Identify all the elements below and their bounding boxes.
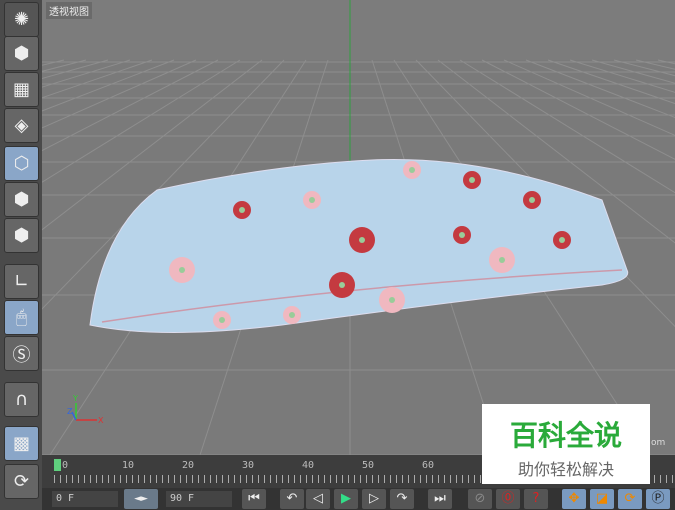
points-mode-icon[interactable]: ⬡ <box>4 146 39 181</box>
timeline-tick-label: 50 <box>362 460 375 471</box>
end-frame-field[interactable]: 90 F <box>166 491 232 507</box>
timeline-tick-label: 20 <box>182 460 195 471</box>
cinema4d-logo-icon[interactable]: ✺ <box>4 2 39 37</box>
workplane-rotate-icon[interactable]: ⟳ <box>4 464 39 499</box>
grid-line <box>42 59 87 72</box>
move-key-icon[interactable]: ✥ <box>562 489 586 509</box>
magnet-icon[interactable]: ∩ <box>4 382 39 417</box>
locked-workplane-icon[interactable]: ▩ <box>4 426 39 461</box>
timeline-tick-label: 60 <box>422 460 435 471</box>
play-button[interactable]: ▶ <box>334 489 358 509</box>
start-frame-field[interactable]: 0 F <box>52 491 118 507</box>
frame-step-arrows[interactable]: ◄► <box>124 489 158 509</box>
scale-key-icon[interactable]: ◪ <box>590 489 614 509</box>
tweak-mouse-icon[interactable]: 🖱 <box>4 300 39 335</box>
playhead[interactable] <box>54 459 61 471</box>
checker-cube-icon[interactable]: ▦ <box>4 72 39 107</box>
axis-z-label: Z <box>67 407 73 416</box>
rotate-key-icon[interactable]: ⟳ <box>618 489 642 509</box>
cube-icon[interactable]: ⬢ <box>4 36 39 71</box>
timeline-tick-label: 10 <box>122 460 135 471</box>
watermark-title: 百科全说 <box>509 419 622 452</box>
axis-mode-icon[interactable]: ∟ <box>4 264 39 299</box>
texture-grid-icon[interactable]: ◈ <box>4 108 39 143</box>
grid-line <box>613 59 675 77</box>
timeline-tick-label: 30 <box>242 460 255 471</box>
snap-s-icon[interactable]: Ⓢ <box>4 336 39 371</box>
axis-x-label: X <box>98 416 104 425</box>
go-to-end-button[interactable]: ⏭ <box>428 489 452 509</box>
animation-controls: 0 F ◄► 90 F ⏮ ↶ ◁ ▶ ▷ ↷ ⏭ ⊘ ⓪ ? ✥ ◪ ⟳ Ⓟ <box>42 488 675 510</box>
previous-frame-button[interactable]: ◁ <box>306 489 330 509</box>
keyframe-help-button[interactable]: ? <box>524 489 548 509</box>
watermark-subtitle: 助你轻松解决 <box>517 460 614 479</box>
polygons-mode-icon[interactable]: ⬢ <box>4 218 39 253</box>
edges-mode-icon[interactable]: ⬢ <box>4 182 39 217</box>
timeline-tick-label: 0 <box>62 460 69 471</box>
next-frame-button[interactable]: ▷ <box>362 489 386 509</box>
record-disabled-icon[interactable]: ⊘ <box>468 489 492 509</box>
go-to-start-button[interactable]: ⏮ <box>242 489 266 509</box>
perspective-viewport[interactable]: Y Z X 透视视图 <box>42 0 675 455</box>
left-toolbar: ✺ ⬢ ▦ ◈ ⬡ ⬢ ⬢ ∟ 🖱 Ⓢ ∩ ▩ ⟳ <box>0 0 43 510</box>
watermark-partial-text: om <box>651 438 666 448</box>
grid-floor: Y Z X <box>42 0 675 455</box>
grid-line <box>635 59 675 70</box>
axis-y-label: Y <box>72 394 78 403</box>
timeline-tick-label: 40 <box>302 460 315 471</box>
parameter-key-icon[interactable]: Ⓟ <box>646 489 670 509</box>
auto-key-button[interactable]: ⓪ <box>496 489 520 509</box>
watermark: 百科全说 助你轻松解决 <box>482 404 650 484</box>
grid-line <box>657 59 675 65</box>
axis-gizmo-icon <box>71 403 97 421</box>
viewport-title[interactable]: 透视视图 <box>46 2 92 19</box>
previous-key-button[interactable]: ↶ <box>280 489 304 509</box>
next-key-button[interactable]: ↷ <box>390 489 414 509</box>
